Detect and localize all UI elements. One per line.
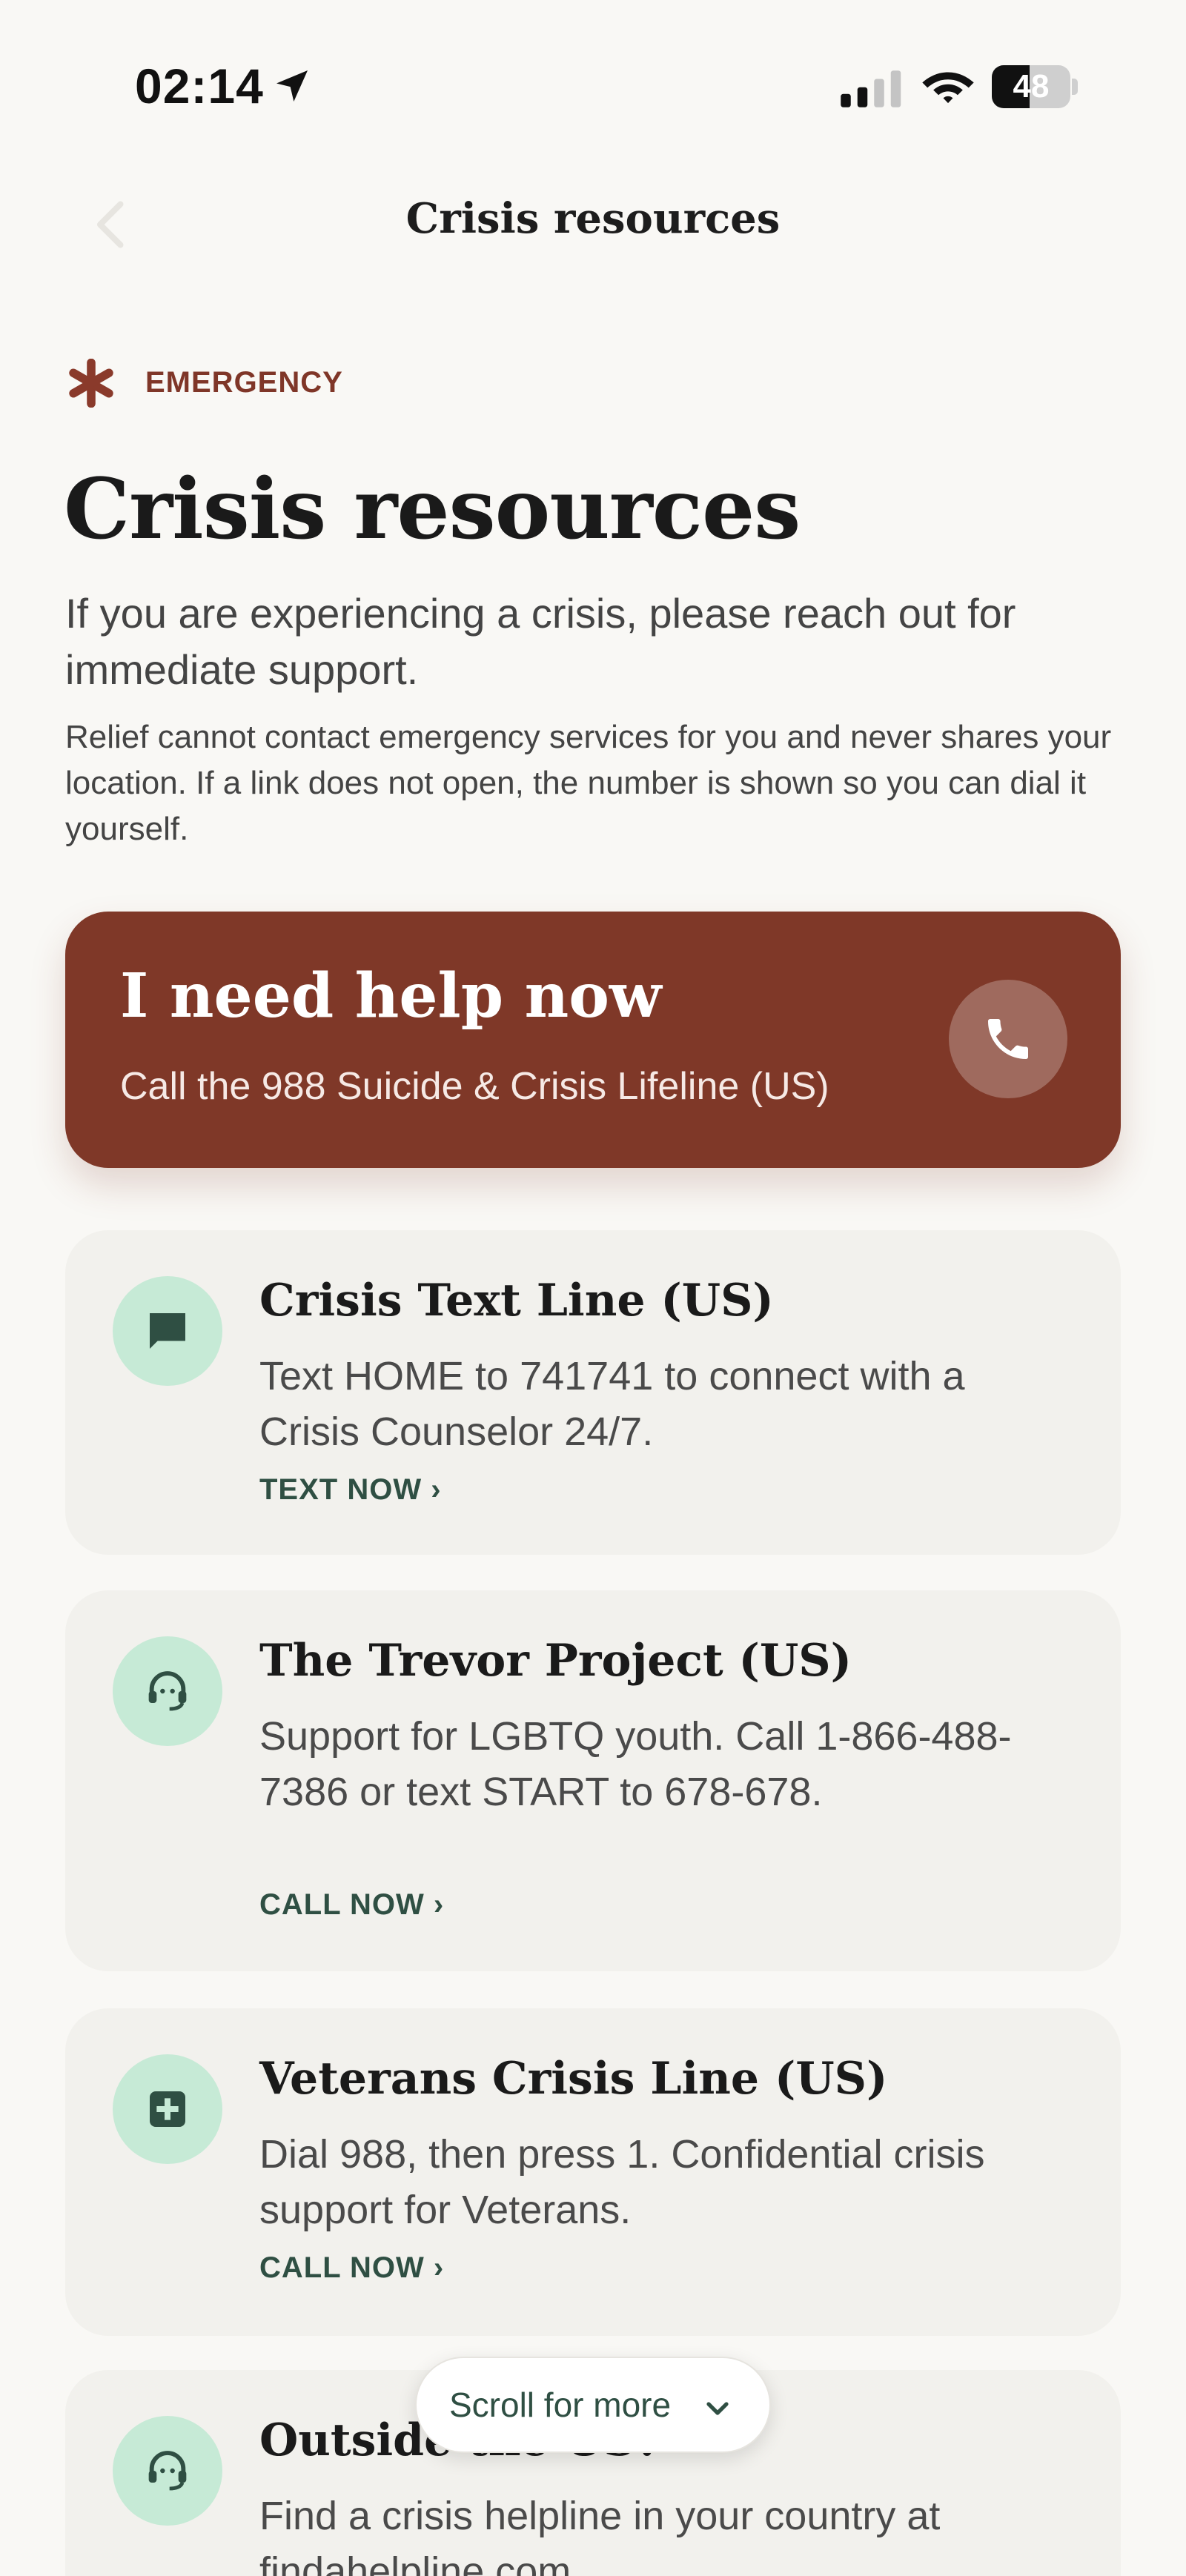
help-now-phone-button[interactable] [949, 980, 1067, 1098]
help-now-title: I need help now [120, 960, 662, 1032]
battery-body: 48 [992, 65, 1070, 108]
resource-description: Text HOME to 741741 to connect with a Cr… [259, 1354, 965, 1454]
resource-card-veterans-crisis-line[interactable]: Veterans Crisis Line (US) Dial 988, then… [65, 2008, 1121, 2336]
disclaimer-text: Relief cannot contact emergency services… [65, 719, 1112, 847]
card-icon-circle [113, 2416, 222, 2526]
chat-bubble-icon [150, 1313, 185, 1349]
battery-percentage: 48 [1013, 68, 1050, 104]
resource-description: Support for LGBTQ youth. Call 1-866-488-… [259, 1714, 1012, 1814]
scroll-for-more-label: Scroll for more [449, 2386, 672, 2424]
status-time: 02:14 [135, 59, 264, 113]
cellular-signal-icon [841, 70, 901, 107]
resource-description: Find a crisis helpline in your country a… [259, 2494, 941, 2576]
resource-description: Dial 988, then press 1. Confidential cri… [259, 2132, 985, 2232]
scroll-for-more-button[interactable]: Scroll for more [415, 2357, 771, 2453]
call-now-link[interactable]: CALL NOW › [259, 1888, 444, 1922]
emergency-label: EMERGENCY [145, 366, 343, 399]
wifi-icon [922, 72, 974, 104]
battery-tip [1072, 79, 1078, 95]
card-icon-circle [113, 1276, 222, 1386]
location-arrow-icon [276, 70, 308, 102]
nav-title: Crisis resources [405, 194, 781, 243]
resource-title: Veterans Crisis Line (US) [259, 2053, 888, 2105]
crisis-resources-screen: 02:14 48 Crisis resources EMERGENCY Cris… [0, 0, 1186, 2576]
help-now-button[interactable]: I need help now Call the 988 Suicide & C… [65, 912, 1121, 1168]
card-icon-circle [113, 1636, 222, 1746]
phone-icon [988, 1019, 1028, 1059]
call-now-link[interactable]: CALL NOW › [259, 2251, 444, 2285]
battery-icon: 48 [992, 65, 1079, 108]
chevron-down-icon [706, 2402, 729, 2415]
asterisk-icon [69, 359, 113, 408]
headset-icon [148, 2451, 187, 2491]
resource-title: The Trevor Project (US) [259, 1635, 852, 1687]
page-title: Crisis resources [64, 461, 801, 558]
help-now-subtitle: Call the 988 Suicide & Crisis Lifeline (… [120, 1065, 829, 1108]
resource-card-crisis-text-line[interactable]: Crisis Text Line (US) Text HOME to 74174… [65, 1230, 1121, 1555]
resource-title: Crisis Text Line (US) [259, 1275, 774, 1327]
card-icon-circle [113, 2054, 222, 2164]
text-now-link[interactable]: TEXT NOW › [259, 1473, 442, 1507]
intro-text: If you are experiencing a crisis, please… [65, 590, 1016, 693]
status-bar: 02:14 48 [0, 0, 1186, 148]
resource-card-trevor-project[interactable]: The Trevor Project (US) Support for LGBT… [65, 1590, 1121, 1971]
medical-cross-icon [150, 2091, 185, 2127]
headset-icon [148, 1671, 187, 1711]
